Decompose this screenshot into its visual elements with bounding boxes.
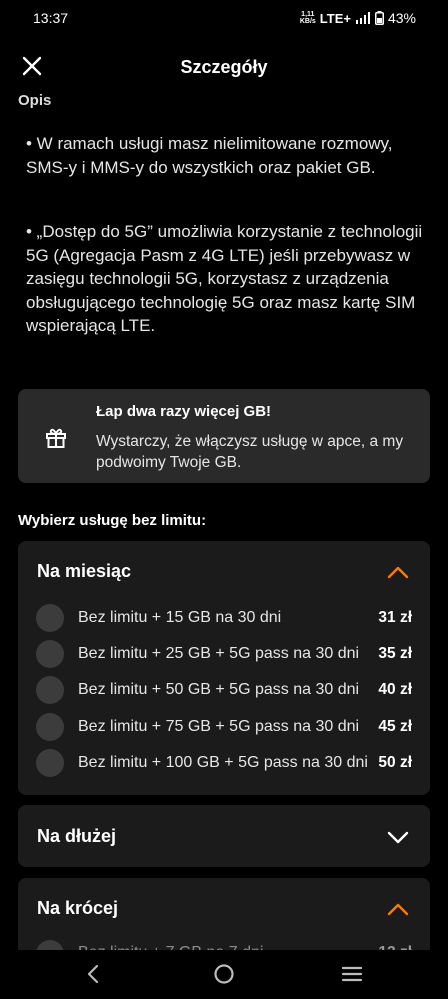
service-option[interactable]: Bez limitu + 50 GB + 5G pass na 30 dni 4…	[36, 675, 412, 705]
option-price: 45 zł	[378, 718, 412, 735]
option-price: 50 zł	[378, 754, 412, 771]
chevron-up-icon[interactable]	[387, 561, 409, 583]
option-price: 40 zł	[378, 681, 412, 698]
network-speed-value: 1,11	[301, 11, 315, 18]
option-label: Bez limitu + 15 GB na 30 dni	[78, 609, 282, 626]
section-label: Wybierz usługę bez limitu:	[18, 512, 207, 529]
app-header: Szczegóły	[0, 36, 448, 100]
option-price: 31 zł	[378, 609, 412, 626]
clock: 13:37	[33, 10, 69, 26]
accordion-longer[interactable]: Na dłużej	[18, 805, 430, 867]
service-option[interactable]: Bez limitu + 75 GB + 5G pass na 30 dni 4…	[36, 712, 412, 742]
chevron-down-icon[interactable]	[387, 826, 409, 848]
recent-apps-icon[interactable]	[340, 962, 364, 986]
battery-level: 43%	[387, 10, 416, 26]
option-label: Bez limitu + 100 GB + 5G pass na 30 dni	[78, 754, 368, 771]
service-option[interactable]: Bez limitu + 15 GB na 30 dni 31 zł	[36, 603, 412, 633]
radio-button[interactable]	[36, 640, 64, 668]
promo-text: Wystarczy, że włączysz usługę w apce, a …	[96, 433, 404, 471]
page-title: Szczegóły	[180, 57, 268, 77]
screen: 13:37 1,11 KB/s LTE+ 43% Szczegóły Opis …	[0, 0, 448, 999]
gift-icon	[46, 428, 66, 448]
system-navigation-bar	[0, 950, 448, 999]
chevron-up-icon[interactable]	[387, 898, 409, 920]
description-heading: Opis	[18, 92, 52, 109]
radio-button[interactable]	[36, 676, 64, 704]
option-price: 35 zł	[378, 645, 412, 662]
description-bullet: • W ramach usługi masz nielimitowane roz…	[26, 134, 393, 177]
status-bar: 13:37 1,11 KB/s LTE+ 43%	[0, 0, 448, 36]
network-speed-unit: KB/s	[299, 18, 316, 25]
home-icon[interactable]	[212, 962, 236, 986]
service-option[interactable]: Bez limitu + 100 GB + 5G pass na 30 dni …	[36, 748, 412, 778]
radio-button[interactable]	[36, 749, 64, 777]
option-label: Bez limitu + 25 GB + 5G pass na 30 dni	[78, 645, 360, 662]
radio-button[interactable]	[36, 713, 64, 741]
radio-button[interactable]	[36, 604, 64, 632]
accordion-title[interactable]: Na miesiąc	[37, 561, 131, 582]
network-speed: 1,11 KB/s	[300, 11, 316, 25]
promo-card[interactable]: Łap dwa razy więcej GB! Wystarczy, że wł…	[18, 389, 430, 483]
accordion-title[interactable]: Na krócej	[37, 898, 118, 919]
description-bullet: • „Dostęp do 5G” umożliwia korzystanie z…	[26, 222, 423, 335]
battery-icon	[374, 11, 384, 25]
promo-title: Łap dwa razy więcej GB!	[96, 403, 272, 420]
option-label: Bez limitu + 50 GB + 5G pass na 30 dni	[78, 681, 360, 698]
option-label: Bez limitu + 75 GB + 5G pass na 30 dni	[78, 718, 360, 735]
accordion-month: Na miesiąc Bez limitu + 15 GB na 30 dni …	[18, 541, 430, 795]
back-icon[interactable]	[82, 962, 106, 986]
service-option[interactable]: Bez limitu + 25 GB + 5G pass na 30 dni 3…	[36, 639, 412, 669]
signal-icon	[355, 12, 370, 24]
accordion-title[interactable]: Na dłużej	[37, 826, 116, 847]
network-type: LTE+	[319, 10, 351, 26]
status-icons: 1,11 KB/s LTE+ 43%	[300, 10, 416, 26]
